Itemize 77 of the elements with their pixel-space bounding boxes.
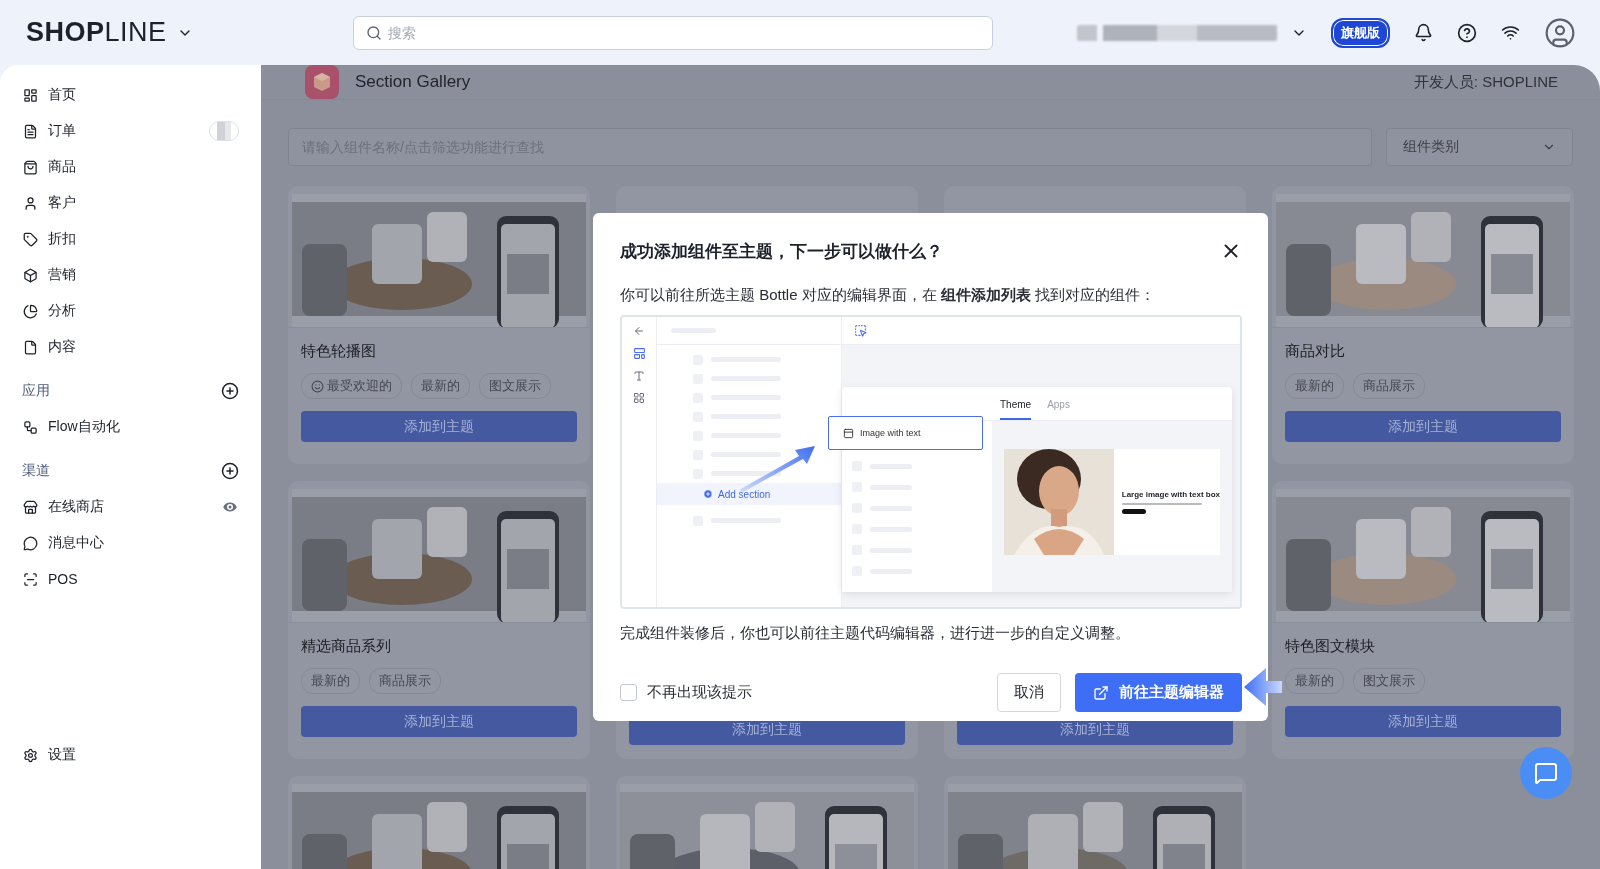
nav-item[interactable]: 分析: [22, 293, 239, 329]
pie-chart-icon: [23, 303, 38, 319]
card-title: 特色轮播图: [301, 342, 377, 361]
preview-heading: Large image with text box: [1121, 490, 1220, 499]
dialog-title: 成功添加组件至主题，下一步可以做什么？: [620, 240, 943, 263]
bag-icon: [23, 159, 38, 175]
cancel-button[interactable]: 取消: [997, 673, 1061, 712]
card-title: 商品对比: [1285, 342, 1346, 361]
search-icon: [365, 24, 382, 41]
grid-icon: [633, 392, 645, 404]
app-icon: [305, 65, 339, 99]
tag: 最新的: [301, 668, 360, 694]
open-editor-button[interactable]: 前往主题编辑器: [1075, 673, 1242, 712]
nav-item[interactable]: 设置: [22, 737, 239, 773]
plan-badge: 旗舰版: [1331, 17, 1390, 48]
back-icon: [633, 325, 645, 337]
store-icon: [23, 499, 38, 515]
workflow-icon: [23, 419, 38, 435]
dialog-text: 你可以前往所选主题 Bottle 对应的编辑界面，在 组件添加列表 找到对应的组件：: [620, 285, 1157, 305]
avatar[interactable]: [1544, 16, 1576, 49]
smile-icon: [311, 379, 324, 393]
dashboard-icon: [23, 87, 38, 103]
nav-item[interactable]: 营销: [22, 257, 239, 293]
help-icon[interactable]: [1457, 22, 1477, 43]
section-heading: 应用: [22, 382, 50, 400]
nav-item[interactable]: 在线商店: [22, 489, 239, 525]
add-section-link[interactable]: Add section: [657, 483, 841, 505]
nav-item[interactable]: 订单: [22, 113, 239, 149]
dialog-text: 完成组件装修后，你也可以前往主题代码编辑器，进行进一步的自定义调整。: [620, 623, 1131, 643]
nav-item[interactable]: 首页: [22, 77, 239, 113]
bell-icon[interactable]: [1414, 23, 1433, 42]
scan-icon: [23, 571, 38, 587]
nav-item[interactable]: 消息中心: [22, 525, 239, 561]
tag: 图文展示: [479, 373, 551, 399]
tag: 商品展示: [1353, 373, 1425, 399]
card-title: 精选商品系列: [301, 637, 392, 656]
tag: 最新的: [411, 373, 470, 399]
nav-item[interactable]: 客户: [22, 185, 239, 221]
layout-icon: [632, 347, 646, 360]
tag: 商品展示: [369, 668, 441, 694]
category-select[interactable]: 组件类别: [1386, 128, 1573, 166]
add-icon: [703, 489, 713, 499]
card-title: 特色图文模块: [1285, 637, 1376, 656]
select-icon: [854, 324, 867, 337]
tag: 最新的: [1285, 373, 1344, 399]
tag-icon: [23, 231, 38, 247]
add-icon[interactable]: [221, 462, 239, 480]
document-icon: [23, 123, 38, 139]
external-link-icon: [1093, 684, 1109, 701]
wifi-icon[interactable]: [1501, 23, 1520, 42]
file-icon: [23, 339, 38, 355]
placeholder-line: [1121, 509, 1146, 514]
logo[interactable]: SHOPLINE: [26, 17, 167, 48]
blurred-badge: [209, 121, 239, 141]
add-icon[interactable]: [221, 382, 239, 400]
user-icon: [23, 195, 38, 211]
settings-icon: [23, 747, 38, 763]
nav-item[interactable]: 内容: [22, 329, 239, 365]
nav-item[interactable]: 商品: [22, 149, 239, 185]
pointer-arrow: [1244, 666, 1282, 708]
section-item: Image with text: [828, 416, 983, 450]
developer-label: 开发人员: SHOPLINE: [1413, 72, 1558, 92]
nav-item[interactable]: POS: [22, 561, 239, 597]
nav-item[interactable]: 折扣: [22, 221, 239, 257]
search-field[interactable]: 搜索: [352, 15, 993, 50]
section-heading: 渠道: [22, 462, 50, 480]
chat-icon: [1534, 761, 1558, 785]
tag: 最受欢迎的: [301, 373, 402, 399]
dont-show-checkbox[interactable]: 不再出现该提示: [620, 683, 983, 702]
cube-icon: [23, 267, 38, 283]
type-icon: [633, 370, 645, 382]
nav-item[interactable]: Flow自动化: [22, 409, 239, 445]
tag: 图文展示: [1353, 668, 1425, 694]
tag: 最新的: [1285, 668, 1344, 694]
section-icon: [843, 427, 854, 439]
page-title: Section Gallery: [355, 72, 471, 92]
chat-icon: [23, 535, 38, 551]
